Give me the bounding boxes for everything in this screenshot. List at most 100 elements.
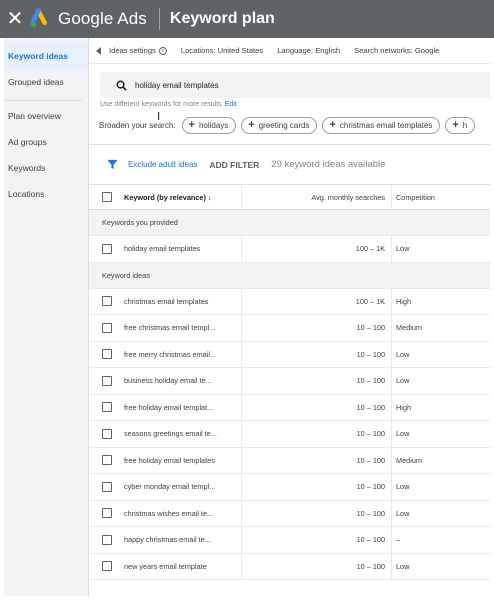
chip-holidays[interactable]: + holidays [181,117,237,134]
search-hint: Use different keywords for more results E… [100,101,490,108]
exclude-adult-ideas-filter[interactable]: Exclude adult ideas [128,160,197,169]
row-checkbox[interactable] [102,455,112,466]
competition-cell: – [391,527,490,553]
table-row[interactable]: business holiday email te... 10 – 100 Low [89,368,490,395]
row-checkbox[interactable] [102,508,112,519]
plus-icon: + [329,119,336,131]
filter-bar: Exclude adult ideas ADD FILTER 29 keywor… [89,144,490,184]
search-hint-text: Use different keywords for more results [100,101,222,108]
close-icon[interactable]: ✕ [2,0,28,38]
keyword-cell: holiday email templates [124,244,201,254]
keyword-cell: free holiday email templates [124,455,215,465]
row-checkbox[interactable] [102,243,112,254]
broaden-label: Broaden your search: [99,121,176,130]
sort-arrow-icon: ↓ [207,192,212,202]
language-setting[interactable]: Language: English [277,46,340,55]
search-icon [116,80,127,91]
locations-setting[interactable]: Locations: United States [181,46,263,55]
table-row[interactable]: holiday email templates 100 – 1K Low [89,236,490,263]
competition-column-header[interactable]: Competition [391,185,490,209]
sidebar: Keyword ideas Grouped ideas Plan overvie… [4,38,89,596]
brand-name: Google Ads [58,9,147,28]
search-networks-setting[interactable]: Search networks: Google [354,46,439,55]
keyword-ideas-list: christmas email templates 100 – 1K High fre… [89,288,490,580]
keyword-cell: new years email template [124,561,207,571]
sidebar-item-grouped-ideas[interactable]: Grouped ideas [4,69,88,95]
row-checkbox[interactable] [102,296,112,307]
competition-cell: High [391,288,490,314]
avg-searches-column-header[interactable]: Avg. monthly searches [241,185,391,209]
table-row[interactable]: cyber monday email templ... 10 – 100 Low [89,474,490,501]
avg-searches-cell: 100 – 1K [241,288,391,314]
row-checkbox[interactable] [102,481,112,492]
sidebar-item-ad-groups[interactable]: Ad groups [4,129,88,155]
google-ads-logo-icon [30,8,47,28]
avg-searches-cell: 10 – 100 [241,474,391,500]
competition-cell: Low [391,553,490,579]
plus-icon: + [452,119,459,131]
keyword-cell: seasons greetings email te... [124,429,217,439]
table-row[interactable]: happy christmas email te... 10 – 100– [89,527,490,554]
info-icon[interactable]: i [158,47,167,55]
main-panel: Ideas settings i Locations: United States… [89,38,490,596]
chip-label: h [462,121,468,130]
competition-cell: Low [391,474,490,500]
ideas-settings-label: Ideas settings [109,46,156,55]
sidebar-item-keywords[interactable]: Keywords [4,155,88,181]
ideas-settings-link[interactable]: Ideas settings i [109,46,167,55]
table-row[interactable]: new years email template 10 – 100 Low [89,553,490,580]
sidebar-item-plan-overview[interactable]: Plan overview [4,103,88,129]
keyword-cell: christmas wishes email te... [124,508,214,518]
keyword-cell: free holiday email templat... [124,402,214,412]
avg-searches-cell: 10 – 100 [241,500,391,526]
keyword-cell: cyber monday email templ... [124,482,216,492]
plus-icon: + [248,119,255,131]
edit-link[interactable]: Edit [225,101,237,108]
table-row[interactable]: free christmas email templ... 10 – 100 Med… [89,315,490,342]
row-checkbox[interactable] [102,402,112,413]
chip-truncated[interactable]: + h [445,117,476,134]
keyword-cell: happy christmas email te... [124,535,211,545]
competition-cell: High [391,394,490,420]
keyword-column-header[interactable]: Keyword (by relevance) ↓ [112,193,241,202]
chip-christmas-email-templates[interactable]: + christmas email templates [322,117,441,134]
header-divider [158,8,160,30]
row-checkbox[interactable] [102,561,112,572]
avg-searches-cell: 10 – 100 [241,341,391,367]
search-input-value: holiday email templates [135,80,219,90]
avg-searches-cell: 10 – 100 [241,368,391,394]
row-checkbox[interactable] [102,322,112,333]
table-row[interactable]: free holiday email templates 10 – 100 Medi… [89,447,490,474]
keyword-search-input[interactable]: holiday email templates [100,72,490,98]
sidebar-item-locations[interactable]: Locations [4,181,88,207]
chip-label: christmas email templates [339,121,433,130]
keyword-cell: free christmas email templ... [124,323,216,333]
top-bar: ✕ Google Ads Keyword plan [0,0,494,38]
competition-cell: Low [391,368,490,394]
table-row[interactable]: free holiday email templat... 10 – 100 Hig… [89,394,490,421]
group-header-provided: Keywords you provided [89,210,490,236]
add-filter-button[interactable]: ADD FILTER [209,160,259,170]
row-checkbox[interactable] [102,349,112,360]
chip-greeting-cards[interactable]: + greeting cards [241,117,318,134]
group-header-ideas: Keyword ideas [89,262,490,289]
select-all-checkbox[interactable] [102,192,112,202]
avg-searches-cell: 10 – 100 [241,421,391,447]
table-row[interactable]: christmas wishes email te... 10 – 100 Low [89,500,490,527]
avg-searches-cell: 10 – 100 [241,447,391,473]
table-row[interactable]: free merry christmas email... 10 – 100 Low [89,341,490,368]
text-cursor-icon: I [157,110,161,123]
sidebar-item-keyword-ideas[interactable]: Keyword ideas [4,43,88,69]
row-checkbox[interactable] [102,428,112,439]
row-checkbox[interactable] [102,534,112,545]
filter-icon[interactable] [107,159,118,170]
chip-label: greeting cards [258,121,310,130]
table-row[interactable]: christmas email templates 100 – 1K High [89,288,490,315]
row-checkbox[interactable] [102,375,112,386]
keyword-cell: business holiday email te... [124,376,212,386]
keyword-header-label: Keyword (by relevance) [124,192,206,202]
page-title: Keyword plan [169,10,275,27]
collapse-arrow-icon[interactable] [96,46,101,55]
competition-cell: Low [391,421,490,447]
table-row[interactable]: seasons greetings email te... 10 – 100 Low [89,421,490,448]
